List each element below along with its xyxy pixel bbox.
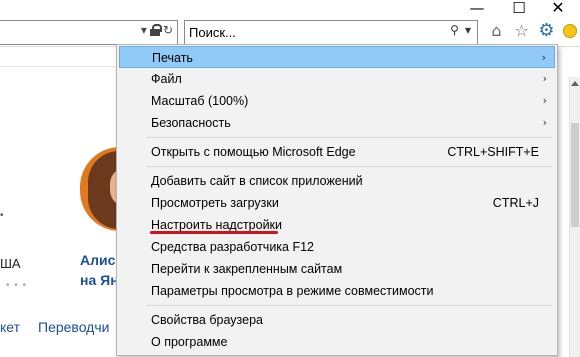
shortcut-label: CTRL+SHIFT+E — [447, 145, 539, 159]
scroll-thumb[interactable] — [571, 123, 579, 227]
bg-text-sha: ША — [0, 256, 21, 271]
maximize-icon[interactable]: ☐ — [509, 0, 529, 18]
menu-item-file[interactable]: Файл › — [119, 68, 555, 90]
menu-item-security[interactable]: Безопасность › — [119, 112, 555, 134]
gear-icon[interactable]: ⚙ — [538, 21, 555, 41]
chevron-right-icon: › — [542, 116, 547, 129]
search-box[interactable]: ⚲ ▾ — [184, 20, 478, 45]
tools-menu: Печать › Файл › Масштаб (100%) › Безопас… — [116, 44, 558, 356]
scroll-up-icon[interactable] — [571, 81, 579, 86]
menu-separator — [147, 137, 552, 138]
bg-link-ket[interactable]: кет — [0, 319, 20, 335]
feedback-smiley-icon[interactable] — [563, 24, 577, 38]
home-icon[interactable]: ⌂ — [488, 21, 505, 41]
menu-item-print[interactable]: Печать › — [119, 46, 555, 68]
address-bar[interactable]: ▾ ↻ — [0, 20, 178, 45]
search-icon[interactable]: ⚲ — [450, 23, 459, 37]
menu-separator — [147, 305, 552, 306]
menu-item-about[interactable]: О программе — [119, 331, 555, 353]
scrollbar[interactable] — [569, 77, 580, 357]
menu-item-view-downloads[interactable]: Просмотреть загрузки CTRL+J — [119, 192, 555, 214]
menu-item-open-edge[interactable]: Открыть с помощью Microsoft Edge CTRL+SH… — [119, 141, 555, 163]
menu-item-compat-view-settings[interactable]: Параметры просмотра в режиме совместимос… — [119, 280, 555, 302]
menu-item-internet-options[interactable]: Свойства браузера — [119, 309, 555, 331]
refresh-icon[interactable]: ↻ — [163, 23, 173, 37]
dropdown-arrow-icon[interactable]: ▾ — [141, 23, 147, 37]
bg-link-translator[interactable]: Переводчи — [38, 319, 109, 335]
favorites-star-icon[interactable]: ☆ — [513, 21, 530, 41]
page-header-strip — [0, 47, 120, 67]
menu-item-zoom[interactable]: Масштаб (100%) › — [119, 90, 555, 112]
bg-dots: • • • — [6, 280, 28, 291]
bg-link-alisa[interactable]: Алис на Ян — [80, 250, 119, 290]
menu-item-add-site-to-apps[interactable]: Добавить сайт в список приложений — [119, 170, 555, 192]
search-input[interactable] — [189, 23, 429, 42]
bullet-dot: • — [0, 210, 4, 221]
chevron-right-icon: › — [542, 94, 547, 107]
shortcut-label: CTRL+J — [492, 196, 539, 210]
red-underline-annotation — [150, 231, 278, 234]
minimize-icon[interactable]: — — [467, 0, 487, 18]
lock-icon[interactable] — [149, 24, 162, 36]
close-icon[interactable]: ✕ — [548, 0, 568, 18]
chevron-right-icon: › — [541, 51, 546, 64]
menu-separator — [147, 166, 552, 167]
browser-chrome: — ☐ ✕ ▾ ↻ ⚲ ▾ ⌂ ☆ ⚙ — [0, 0, 580, 46]
menu-item-f12-dev-tools[interactable]: Средства разработчика F12 — [119, 236, 555, 258]
search-dropdown-icon[interactable]: ▾ — [465, 23, 471, 37]
chevron-right-icon: › — [542, 72, 547, 85]
menu-item-pinned-sites[interactable]: Перейти к закрепленным сайтам — [119, 258, 555, 280]
